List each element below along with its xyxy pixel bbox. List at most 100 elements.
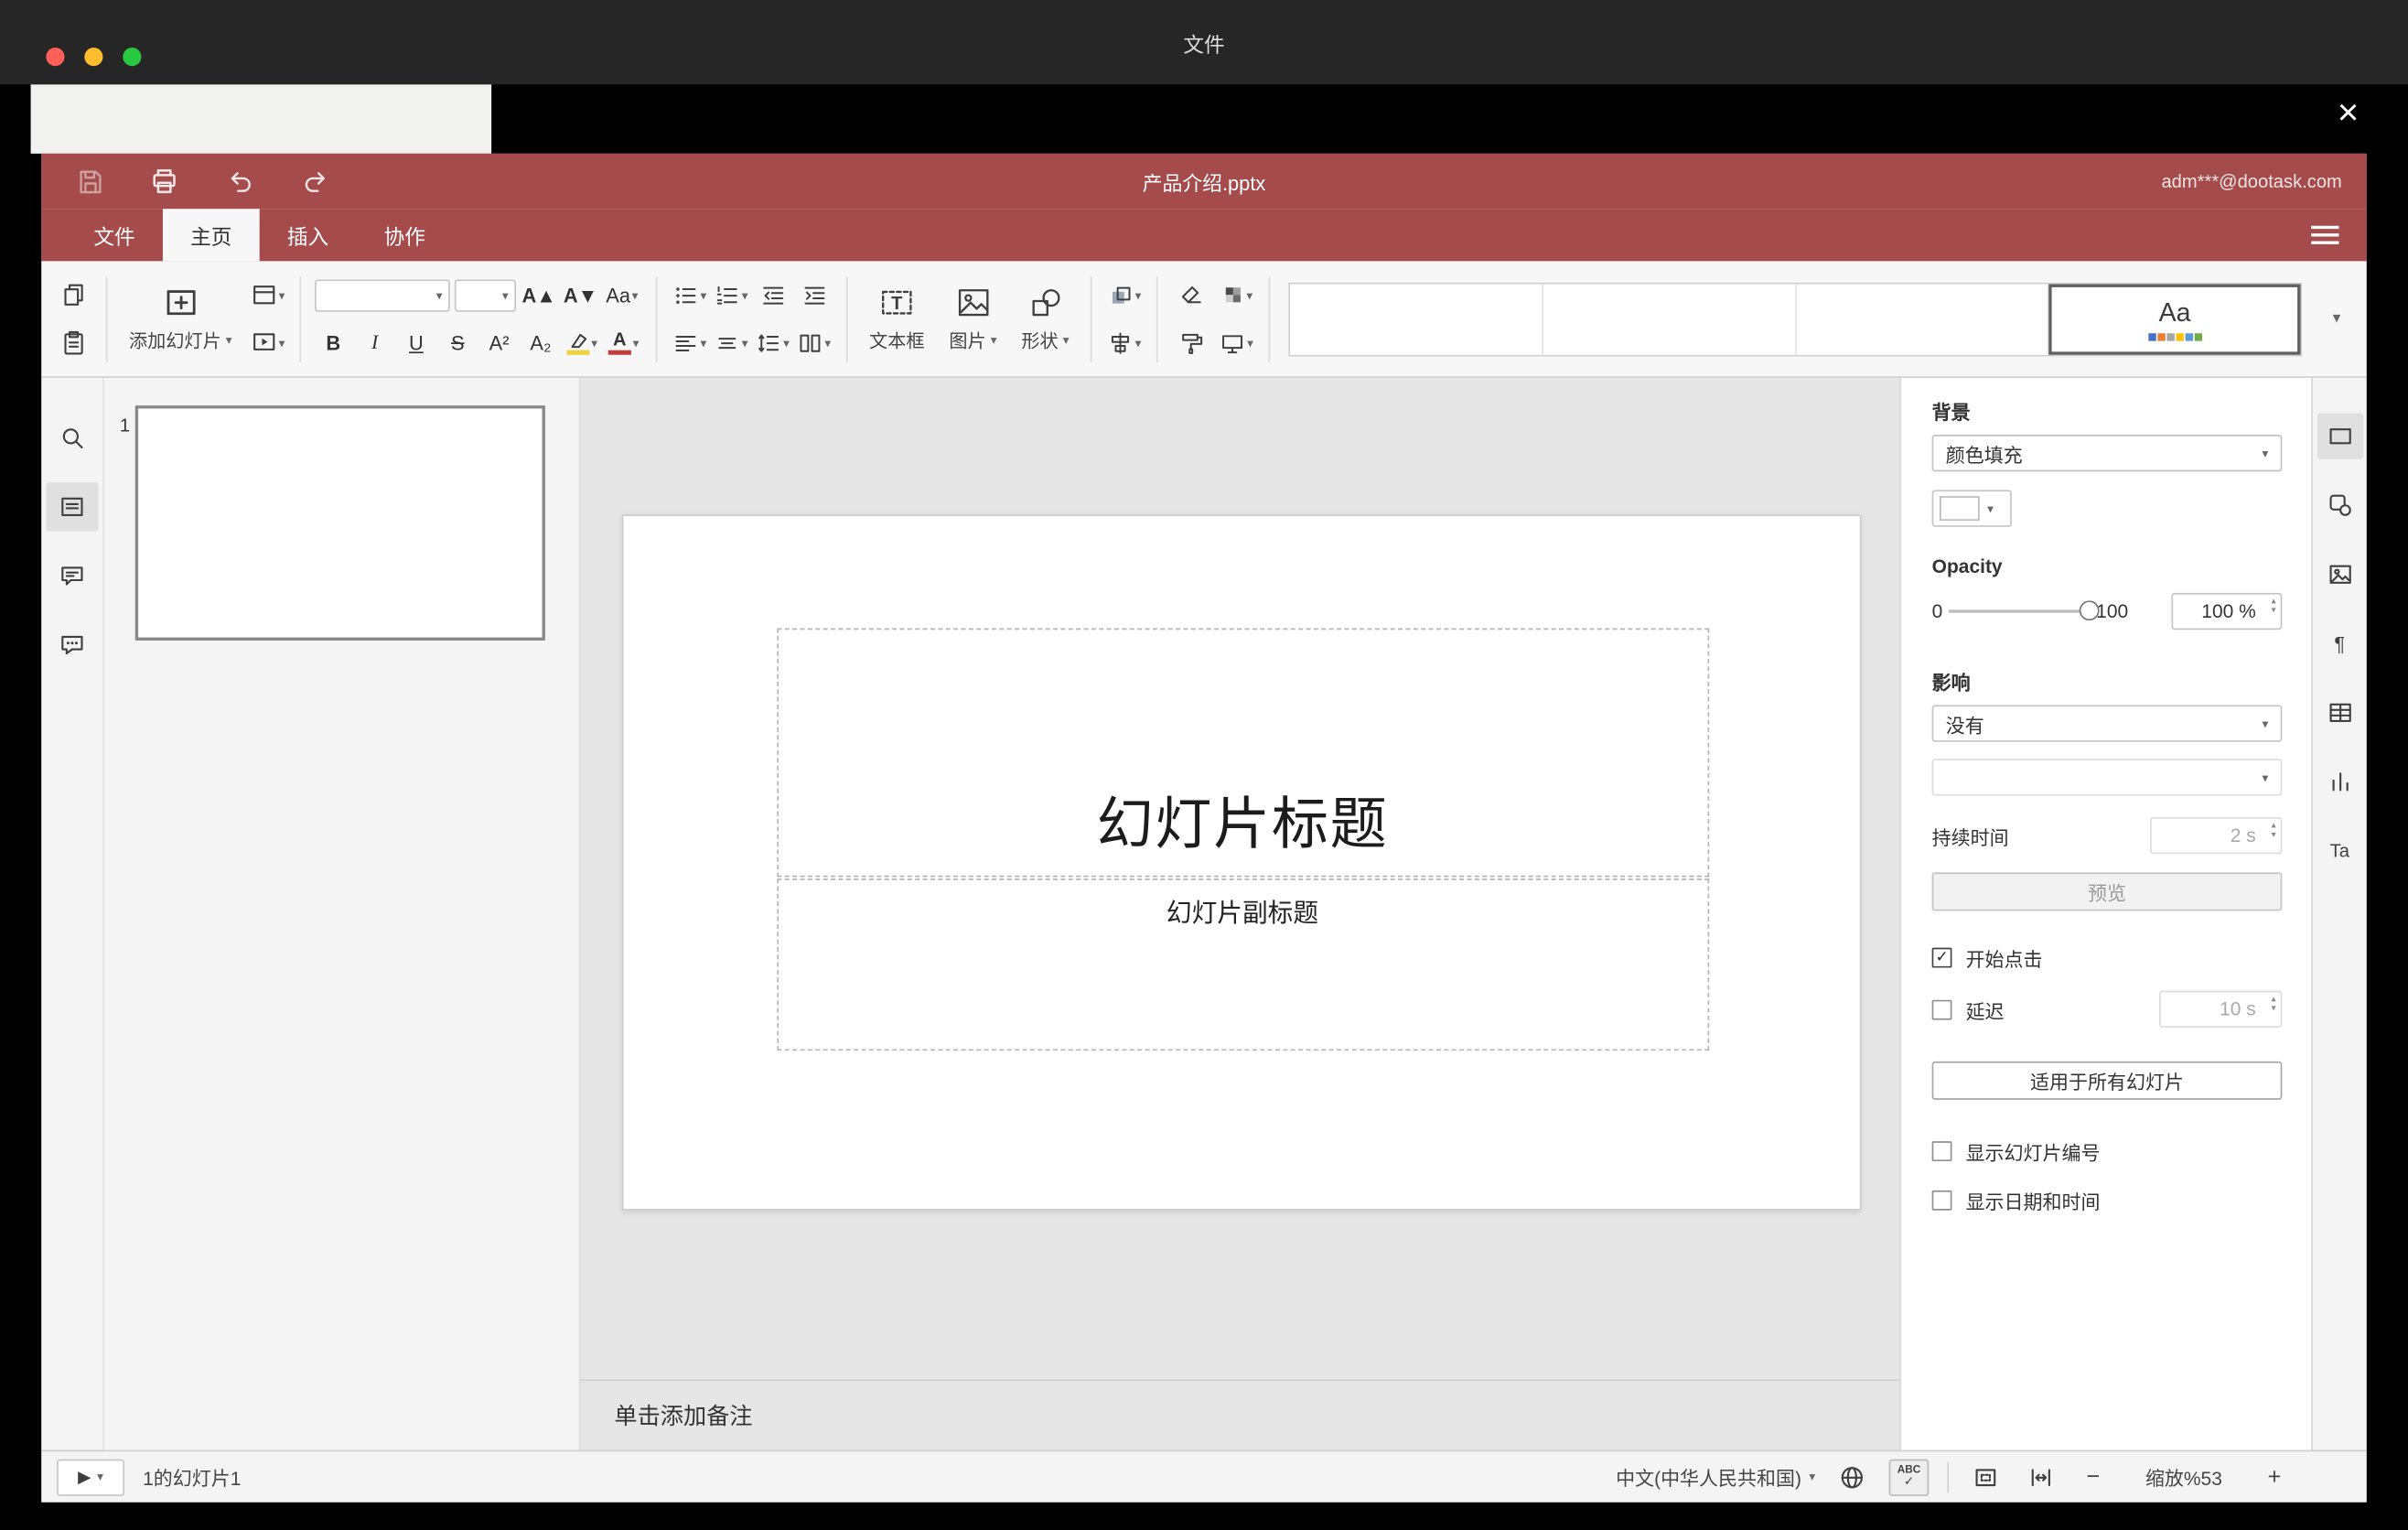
search-button[interactable] xyxy=(46,414,98,463)
add-slide-button[interactable]: 添加幻灯片 ▾ xyxy=(117,285,244,354)
copy-button[interactable] xyxy=(55,276,91,313)
fill-type-select[interactable]: 颜色填充 ▾ xyxy=(1931,435,2283,472)
paste-button[interactable] xyxy=(55,324,91,361)
theme-tile-2[interactable] xyxy=(1543,283,1797,354)
set-language-button[interactable] xyxy=(1833,1459,1870,1495)
spinner-up-icon[interactable]: ▴ xyxy=(2272,598,2276,607)
chat-button[interactable] xyxy=(46,620,98,670)
effect-variant-select[interactable]: ▾ xyxy=(1931,759,2283,796)
delay-checkbox[interactable] xyxy=(1931,998,1952,1019)
align-shape-button[interactable]: ▾ xyxy=(1106,324,1143,361)
close-icon[interactable]: × xyxy=(2338,94,2360,132)
duration-spinner[interactable]: 2 s ▴ ▾ xyxy=(2150,816,2283,855)
slides-panel-button[interactable] xyxy=(46,482,99,532)
checkbox-checked-icon[interactable]: ✓ xyxy=(1931,947,1952,968)
underline-button[interactable]: U xyxy=(398,324,435,361)
spellcheck-button[interactable]: ABC ✓ xyxy=(1888,1458,1930,1496)
spinner-down-icon[interactable]: ▾ xyxy=(2272,607,2276,616)
decrease-indent-button[interactable] xyxy=(754,276,790,313)
highlight-color-button[interactable]: ▾ xyxy=(564,324,600,361)
clear-style-button[interactable] xyxy=(1172,276,1209,313)
comments-button[interactable] xyxy=(46,552,98,601)
subscript-button[interactable]: A₂ xyxy=(522,324,559,361)
theme-gallery-expand-button[interactable]: ▾ xyxy=(2315,282,2358,356)
tab-file[interactable]: 文件 xyxy=(66,209,163,261)
subtitle-placeholder[interactable]: 幻灯片副标题 xyxy=(776,878,1709,1051)
insert-image-button[interactable]: 图片 ▾ xyxy=(937,285,1009,354)
slide-size-button[interactable]: ▾ xyxy=(1218,324,1254,361)
fill-color-picker[interactable]: ▾ xyxy=(1931,490,2012,527)
horizontal-align-button[interactable]: ▾ xyxy=(672,324,708,361)
paragraph-settings-button[interactable]: ¶ xyxy=(2317,620,2362,666)
superscript-button[interactable]: A² xyxy=(480,324,517,361)
apply-to-all-button[interactable]: 适用于所有幻灯片 xyxy=(1931,1061,2283,1100)
fit-slide-button[interactable] xyxy=(1967,1459,2004,1495)
change-case-button[interactable]: Aa ▾ xyxy=(604,276,640,313)
show-date-time-checkbox[interactable]: 显示日期和时间 xyxy=(1931,1186,2283,1215)
arrange-shape-button[interactable]: ▾ xyxy=(1106,276,1143,313)
theme-tile-1[interactable] xyxy=(1290,283,1543,354)
menu-icon[interactable] xyxy=(2311,225,2339,244)
italic-button[interactable]: I xyxy=(356,324,392,361)
zoom-out-button[interactable]: − xyxy=(2078,1464,2109,1491)
opacity-slider[interactable] xyxy=(1949,600,2100,621)
theme-tile-selected[interactable]: Aa xyxy=(2048,283,2301,354)
table-settings-button[interactable] xyxy=(2317,690,2362,736)
spinner-up-icon[interactable]: ▴ xyxy=(2272,996,2276,1005)
tab-collaboration[interactable]: 协作 xyxy=(356,209,453,261)
preview-button[interactable]: 预览 xyxy=(1931,872,2283,911)
vertical-align-button[interactable]: ▾ xyxy=(713,324,749,361)
title-placeholder[interactable]: 幻灯片标题 xyxy=(776,628,1709,878)
tab-home[interactable]: 主页 xyxy=(162,209,260,262)
zoom-in-button[interactable]: + xyxy=(2259,1464,2290,1491)
checkbox-icon[interactable] xyxy=(1931,1190,1952,1211)
chevron-down-icon: ▾ xyxy=(1062,333,1070,348)
slide-thumbnail[interactable] xyxy=(134,405,545,641)
slide[interactable]: 幻灯片标题 幻灯片副标题 xyxy=(620,514,1861,1211)
font-color-button[interactable]: A ▾ xyxy=(605,324,641,361)
language-select[interactable]: 中文(中华人民共和国) ▾ xyxy=(1616,1462,1815,1492)
insert-textbox-button[interactable]: T 文本框 xyxy=(857,285,937,354)
fit-width-button[interactable] xyxy=(2023,1459,2059,1495)
textart-settings-button[interactable]: Ta xyxy=(2317,828,2362,874)
bold-button[interactable]: B xyxy=(315,324,351,361)
numbering-button[interactable]: ▾ xyxy=(713,276,749,313)
decrease-font-button[interactable]: A ▼ xyxy=(562,276,598,313)
opacity-slider-handle[interactable] xyxy=(2079,600,2100,621)
theme-tile-3[interactable] xyxy=(1796,283,2049,354)
print-button[interactable] xyxy=(143,160,186,203)
slide-layout-button[interactable]: ▾ xyxy=(249,276,285,313)
show-slide-number-checkbox[interactable]: 显示幻灯片编号 xyxy=(1931,1137,2283,1166)
columns-button[interactable]: ▾ xyxy=(796,324,833,361)
effect-select[interactable]: 没有 ▾ xyxy=(1931,705,2283,742)
color-scheme-button[interactable]: ▾ xyxy=(1218,276,1254,313)
start-on-click-checkbox[interactable]: ✓ 开始点击 xyxy=(1931,943,2283,973)
bullets-button[interactable]: ▾ xyxy=(672,276,708,313)
insert-shape-button[interactable]: 形状 ▾ xyxy=(1009,285,1081,354)
spinner-down-icon[interactable]: ▾ xyxy=(2272,1005,2276,1014)
increase-font-button[interactable]: A ▲ xyxy=(521,276,557,313)
strikeout-button[interactable]: S xyxy=(439,324,476,361)
start-slideshow-button[interactable]: ▾ xyxy=(249,324,285,361)
increase-indent-button[interactable] xyxy=(796,276,833,313)
slide-settings-button[interactable] xyxy=(2317,413,2363,459)
font-size-combo[interactable]: ▾ xyxy=(454,278,517,311)
spinner-up-icon[interactable]: ▴ xyxy=(2272,822,2276,831)
tab-insert[interactable]: 插入 xyxy=(260,209,357,261)
font-name-combo[interactable]: ▾ xyxy=(315,278,450,311)
checkbox-icon[interactable] xyxy=(1931,1141,1952,1161)
save-button[interactable] xyxy=(68,160,111,203)
copy-style-button[interactable] xyxy=(1172,324,1209,361)
notes-area[interactable]: 单击添加备注 xyxy=(580,1379,1900,1450)
undo-button[interactable] xyxy=(218,160,261,203)
chart-settings-button[interactable] xyxy=(2317,759,2362,804)
shape-settings-button[interactable] xyxy=(2317,482,2362,528)
line-spacing-button[interactable]: ▾ xyxy=(754,324,790,361)
opacity-spinner[interactable]: 100 % ▴ ▾ xyxy=(2171,592,2283,630)
spinner-down-icon[interactable]: ▾ xyxy=(2272,831,2276,840)
delay-spinner[interactable]: 10 s ▴ ▾ xyxy=(2159,990,2283,1028)
redo-button[interactable] xyxy=(294,160,337,203)
image-settings-button[interactable] xyxy=(2317,552,2362,598)
start-slideshow-statusbar-button[interactable]: ▶ ▾ xyxy=(57,1458,124,1496)
slide-canvas[interactable]: 幻灯片标题 幻灯片副标题 xyxy=(580,377,1900,1380)
